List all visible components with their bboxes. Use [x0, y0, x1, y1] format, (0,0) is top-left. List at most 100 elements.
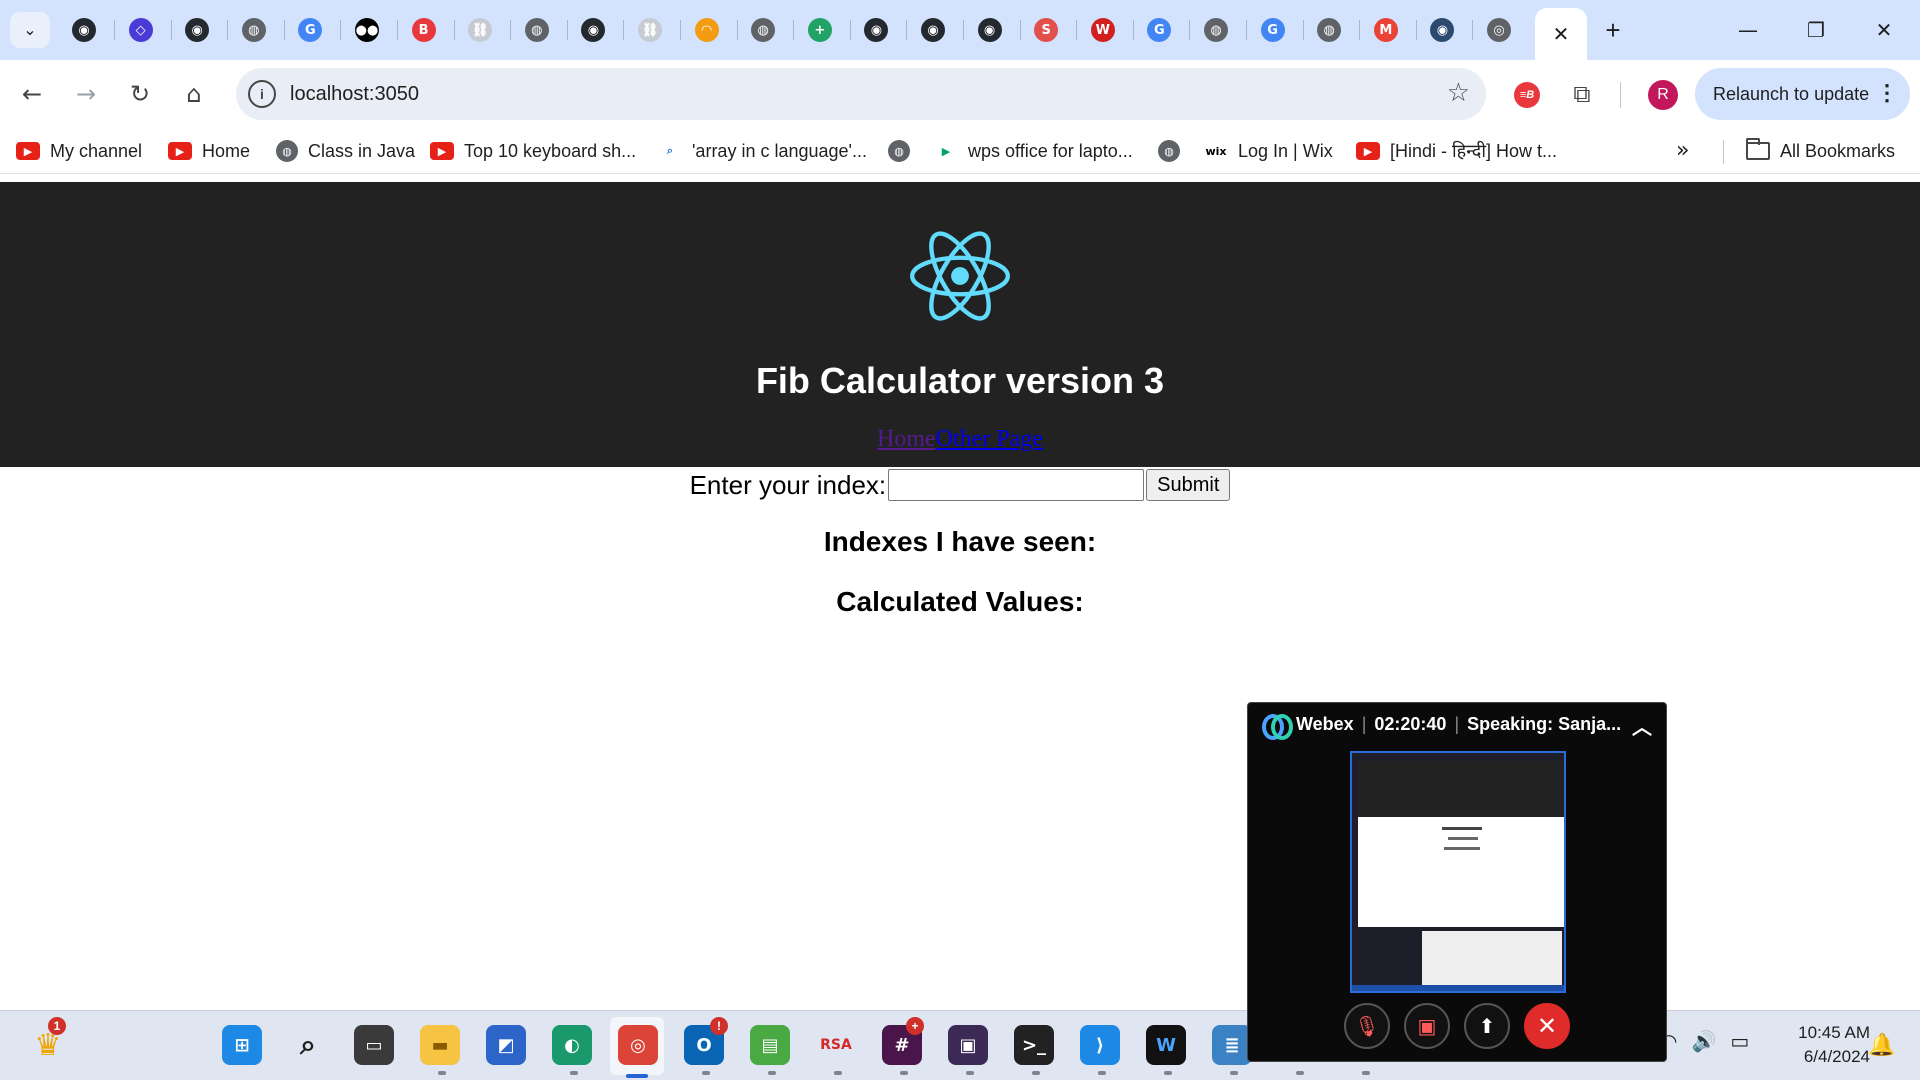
medium-icon: ●● — [355, 18, 379, 42]
app-nav-links: HomeOther Page — [0, 426, 1920, 453]
other-page-link[interactable]: Other Page — [936, 426, 1043, 452]
bookmark-item[interactable]: ▶ Top 10 keyboard sh... — [430, 136, 636, 166]
battery-icon[interactable]: ▭ — [1730, 1029, 1749, 1053]
browser-tab[interactable]: B — [404, 10, 444, 50]
browser-tab[interactable]: S — [1026, 10, 1066, 50]
rb-extension-icon[interactable]: ≡B — [1514, 82, 1540, 108]
bookmark-item[interactable]: ◍ Class in Java — [276, 136, 415, 166]
app-window-icon[interactable]: ▣ — [948, 1025, 988, 1065]
close-window-button[interactable]: ✕ — [1854, 10, 1914, 50]
bookmark-item[interactable]: ▶ [Hindi - हिन्दी] How t... — [1356, 136, 1557, 166]
url-text[interactable]: localhost:3050 — [290, 83, 419, 106]
extensions-puzzle-icon[interactable]: ⧉ — [1566, 78, 1598, 110]
browser-tab[interactable]: ◉ — [177, 10, 217, 50]
video-off-icon[interactable]: ▣ — [1404, 1003, 1450, 1049]
browser-tab[interactable]: G — [1253, 10, 1293, 50]
browser-tab[interactable]: ◉ — [573, 10, 613, 50]
browser-tab[interactable]: M — [1366, 10, 1406, 50]
more-bookmarks-icon[interactable]: » — [1676, 138, 1689, 163]
browser-tab[interactable]: G — [1139, 10, 1179, 50]
active-app-indicator — [626, 1074, 648, 1078]
index-input[interactable] — [888, 469, 1145, 501]
rsa-icon[interactable]: RSA — [816, 1025, 856, 1065]
bookmark-item[interactable]: ◍ — [1158, 136, 1190, 166]
browser-tab[interactable]: ◉ — [913, 10, 953, 50]
home-link[interactable]: Home — [877, 426, 936, 452]
browser-tab[interactable]: ◍ — [743, 10, 783, 50]
bookmark-item[interactable]: wix Log In | Wix — [1204, 136, 1332, 166]
browser-tab[interactable]: ⛓ — [630, 10, 670, 50]
notepad-icon[interactable]: ≣ — [1212, 1025, 1252, 1065]
chevron-up-icon[interactable]: ︿ — [1632, 711, 1652, 740]
new-tab-button[interactable]: + — [1595, 12, 1631, 48]
browser-tab[interactable]: W — [1083, 10, 1123, 50]
chrome-icon[interactable]: ◎ — [618, 1025, 658, 1065]
browser-tab[interactable]: ⛓ — [460, 10, 500, 50]
tab-search-button[interactable]: ⌄ — [10, 12, 50, 48]
webex-app-icon[interactable]: W — [1146, 1025, 1186, 1065]
browser-tab[interactable]: G — [290, 10, 330, 50]
edge-icon[interactable]: ◐ — [552, 1025, 592, 1065]
site-info-icon[interactable]: i — [248, 80, 276, 108]
share-screen-icon[interactable]: ⬆ — [1464, 1003, 1510, 1049]
browser-tab[interactable]: + — [800, 10, 840, 50]
submit-button[interactable]: Submit — [1146, 469, 1231, 501]
browser-tab[interactable]: ◍ — [517, 10, 557, 50]
bookmark-item[interactable]: ▶ My channel — [16, 136, 142, 166]
bookmark-item[interactable]: ◍ — [888, 136, 920, 166]
bookmark-star-icon[interactable]: ☆ — [1447, 78, 1470, 108]
plus-sheet-icon: + — [807, 18, 832, 42]
vscode-icon[interactable]: ⟩ — [1080, 1025, 1120, 1065]
browser-tab[interactable]: ◉ — [64, 10, 104, 50]
browser-tab[interactable]: ◉ — [970, 10, 1010, 50]
notifications-icon[interactable]: 🔔 — [1868, 1033, 1895, 1058]
forward-button[interactable]: → — [66, 74, 106, 114]
search-icon[interactable]: ⌕ — [288, 1025, 328, 1065]
address-bar[interactable]: i localhost:3050 ☆ — [236, 68, 1486, 120]
bookmark-item[interactable]: ▶ Home — [168, 136, 250, 166]
running-indicator — [1230, 1071, 1238, 1075]
bookmark-item[interactable]: ⌕ 'array in c language'... — [658, 136, 867, 166]
back-button[interactable]: ← — [12, 74, 52, 114]
reload-button[interactable]: ↻ — [120, 74, 160, 114]
browser-tab[interactable]: ◠ — [687, 10, 727, 50]
tab-divider — [680, 20, 681, 40]
end-call-button[interactable]: ✕ — [1524, 1003, 1570, 1049]
home-button[interactable]: ⌂ — [174, 74, 214, 114]
globe-icon: ◍ — [1317, 18, 1342, 42]
terminal-icon[interactable]: >_ — [1014, 1025, 1054, 1065]
minimize-button[interactable]: — — [1718, 10, 1778, 50]
browser-tab[interactable]: ◍ — [1196, 10, 1236, 50]
active-tab[interactable]: ✕ — [1535, 8, 1587, 60]
restore-button[interactable]: ❐ — [1786, 10, 1846, 50]
bookmark-item[interactable]: ▶ wps office for lapto... — [934, 136, 1133, 166]
volume-icon[interactable]: 🔊 — [1691, 1029, 1716, 1053]
tab-divider — [1132, 20, 1134, 40]
kebab-menu-icon[interactable]: ⋮ — [1876, 80, 1898, 106]
github-icon: ◉ — [581, 18, 606, 42]
relaunch-to-update-button[interactable]: Relaunch to update ⋮ — [1695, 68, 1910, 120]
browser-tab[interactable]: ◍ — [234, 10, 274, 50]
windows-start-icon[interactable]: ⊞ — [222, 1025, 262, 1065]
microsoft-store-icon[interactable]: ◩ — [486, 1025, 526, 1065]
google-icon: G — [1147, 18, 1172, 42]
profile-avatar[interactable]: R — [1648, 80, 1678, 110]
browser-tab[interactable]: ◎ — [1479, 10, 1519, 50]
all-bookmarks-button[interactable]: All Bookmarks — [1746, 136, 1895, 166]
mute-microphone-icon[interactable]: 🎙 — [1344, 1003, 1390, 1049]
webex-meeting-panel[interactable]: Webex | 02:20:40 | Speaking: Sanja... ︿ … — [1247, 702, 1667, 1062]
browser-tab[interactable]: ◇ — [121, 10, 161, 50]
task-view-icon[interactable]: ▭ — [354, 1025, 394, 1065]
tab-divider — [963, 20, 964, 40]
shared-screen-preview — [1350, 751, 1566, 993]
file-explorer-icon[interactable]: ▬ — [420, 1025, 460, 1065]
bookmark-label: Class in Java — [308, 140, 416, 161]
browser-tab[interactable]: ◉ — [856, 10, 896, 50]
browser-tab[interactable]: ◉ — [1422, 10, 1462, 50]
remote-desktop-icon[interactable]: ▤ — [750, 1025, 790, 1065]
webex-title-bar[interactable]: Webex | 02:20:40 | Speaking: Sanja... ︿ — [1248, 703, 1666, 745]
browser-tab[interactable]: ◍ — [1309, 10, 1349, 50]
browser-tab[interactable]: ●● — [347, 10, 387, 50]
close-tab-icon[interactable]: ✕ — [1553, 22, 1570, 47]
clock[interactable]: 10:45 AM 6/4/2024 — [1770, 1021, 1870, 1069]
